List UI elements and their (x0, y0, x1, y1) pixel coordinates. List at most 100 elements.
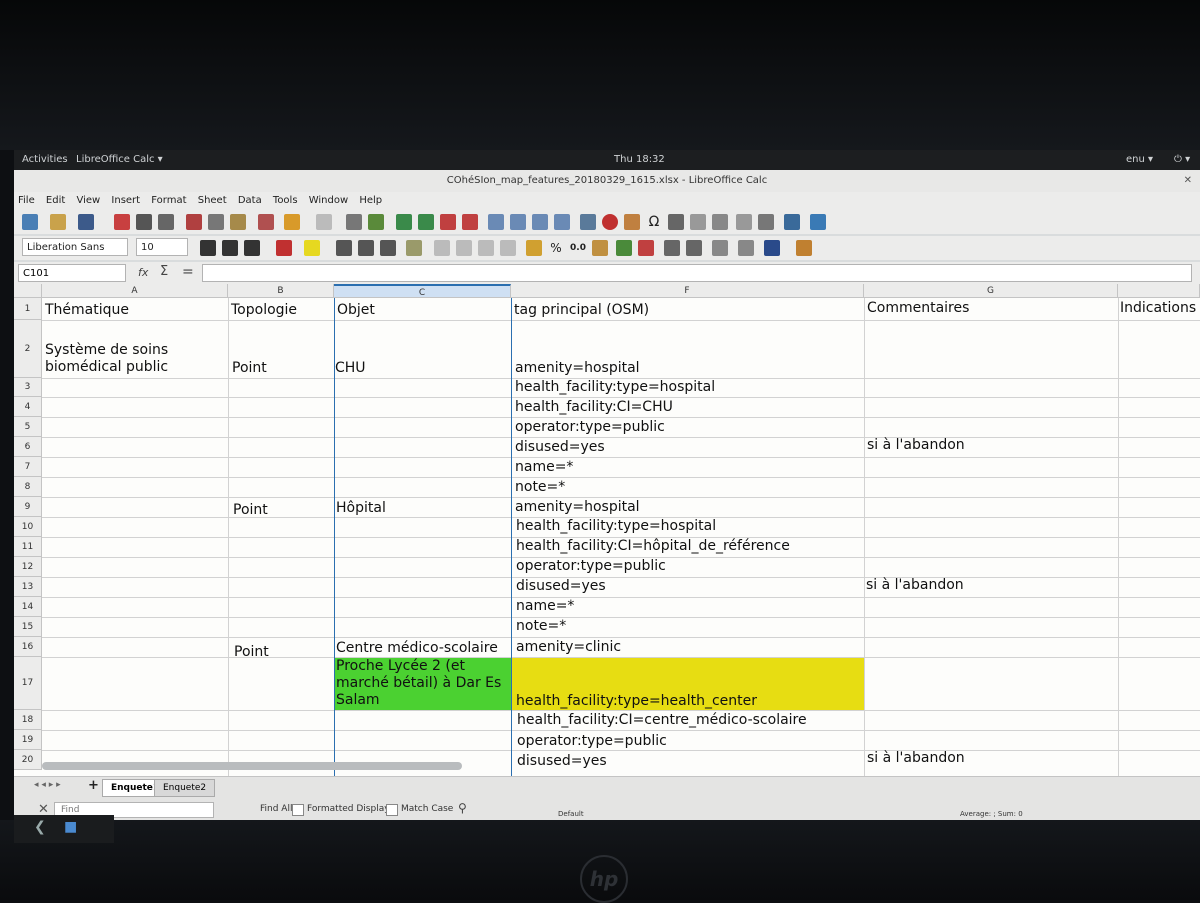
cell-b9[interactable]: Point (233, 502, 268, 519)
delete-row-icon[interactable] (440, 214, 456, 230)
spreadsheet-grid[interactable]: A B C F G 1 2 3 4 5 6 7 8 9 10 11 12 13 … (14, 284, 1200, 776)
image-icon[interactable] (580, 214, 596, 230)
cell-f8[interactable]: note=* (515, 479, 565, 496)
undo-icon[interactable] (284, 214, 300, 230)
row-header-18[interactable]: 18 (14, 710, 42, 730)
row-header-8[interactable]: 8 (14, 477, 42, 497)
cell-c16[interactable]: Centre médico-scolaire (336, 640, 498, 657)
highlight-color-icon[interactable] (304, 240, 320, 256)
cell-b1[interactable]: Topologie (231, 302, 297, 319)
select-all-corner[interactable] (14, 284, 42, 298)
underline-icon[interactable] (244, 240, 260, 256)
row-header-3[interactable]: 3 (14, 378, 42, 397)
conditional-format-icon[interactable] (796, 240, 812, 256)
horizontal-scrollbar[interactable] (42, 762, 462, 770)
activities-button[interactable]: Activities (22, 150, 68, 170)
cell-g13[interactable]: si à l'abandon (866, 577, 964, 594)
row-header-2[interactable]: 2 (14, 320, 42, 378)
close-icon[interactable]: ✕ (1184, 170, 1192, 192)
cell-b2[interactable]: Point (232, 360, 267, 377)
row-header-17[interactable]: 17 (14, 657, 42, 710)
row-header-11[interactable]: 11 (14, 537, 42, 557)
bold-icon[interactable] (200, 240, 216, 256)
number-format-icon[interactable]: 0.0 (570, 240, 586, 256)
cell-a1[interactable]: Thématique (45, 302, 129, 319)
pivot-table-icon[interactable] (624, 214, 640, 230)
cell-b16[interactable]: Point (234, 644, 269, 661)
clone-icon[interactable] (258, 214, 274, 230)
headers-footers-icon[interactable] (712, 214, 728, 230)
cell-a2[interactable]: Système de soins biomédical public (45, 342, 225, 376)
align-top-icon[interactable] (456, 240, 472, 256)
cell-f3[interactable]: health_facility:type=hospital (515, 379, 715, 396)
cell-h1[interactable]: Indications (1120, 300, 1196, 317)
cell-c1[interactable]: Objet (337, 302, 375, 319)
column-header-h[interactable] (1118, 284, 1200, 298)
menu-data[interactable]: Data (238, 195, 262, 206)
font-name-box[interactable]: Liberation Sans (22, 238, 128, 256)
increase-indent-icon[interactable] (664, 240, 680, 256)
find-all-button[interactable]: Find All (260, 804, 292, 814)
menu-help[interactable]: Help (359, 195, 382, 206)
app-menu[interactable]: LibreOffice Calc ▾ (76, 150, 163, 170)
column-header-a[interactable]: A (42, 284, 228, 298)
export-pdf-icon[interactable] (114, 214, 130, 230)
column-icon[interactable] (418, 214, 434, 230)
cell-f2[interactable]: amenity=hospital (515, 360, 640, 377)
cell-c17[interactable]: Proche Lycée 2 (et marché bétail) à Dar … (336, 658, 508, 709)
sheet-nav-arrows-icon[interactable]: ◂ ◂ ▸ ▸ (34, 780, 61, 790)
column-header-f[interactable]: F (511, 284, 864, 298)
column-header-b[interactable]: B (228, 284, 334, 298)
row-header-5[interactable]: 5 (14, 417, 42, 437)
print-icon[interactable] (136, 214, 152, 230)
add-sheet-icon[interactable]: + (88, 778, 99, 793)
paste-icon[interactable] (230, 214, 246, 230)
cell-f15[interactable]: note=* (516, 618, 566, 635)
date-format-icon[interactable] (592, 240, 608, 256)
menu-view[interactable]: View (76, 195, 100, 206)
app-launcher-icon[interactable]: ■ (64, 819, 77, 835)
cell-f12[interactable]: operator:type=public (516, 558, 666, 575)
menu-tools[interactable]: Tools (273, 195, 298, 206)
cell-f10[interactable]: health_facility:type=hospital (516, 518, 716, 535)
menu-format[interactable]: Format (151, 195, 186, 206)
align-left-icon[interactable] (336, 240, 352, 256)
font-color-icon[interactable] (276, 240, 292, 256)
border-color-icon[interactable] (764, 240, 780, 256)
align-middle-icon[interactable] (478, 240, 494, 256)
cut-icon[interactable] (186, 214, 202, 230)
cell-f11[interactable]: health_facility:CI=hôpital_de_référence (516, 538, 790, 555)
row-header-10[interactable]: 10 (14, 517, 42, 537)
sum-icon[interactable]: Σ (160, 264, 168, 279)
cell-g1[interactable]: Commentaires (867, 300, 969, 317)
add-decimal-icon[interactable] (616, 240, 632, 256)
name-box[interactable]: C101 (18, 264, 126, 282)
cell-f19[interactable]: operator:type=public (517, 733, 667, 750)
function-wizard-icon[interactable]: fx (138, 266, 148, 279)
new-icon[interactable] (22, 214, 38, 230)
sheet-tab-enquete2[interactable]: Enquete2 (154, 779, 216, 797)
menu-insert[interactable]: Insert (111, 195, 140, 206)
merge-cells-icon[interactable] (434, 240, 450, 256)
split-window-icon[interactable] (784, 214, 800, 230)
chart-icon[interactable] (602, 214, 618, 230)
show-draw-functions-icon[interactable] (810, 214, 826, 230)
cell-f16[interactable]: amenity=clinic (516, 639, 621, 656)
row-icon[interactable] (396, 214, 412, 230)
delete-column-icon[interactable] (462, 214, 478, 230)
autofilter-icon[interactable] (554, 214, 570, 230)
menu-file[interactable]: File (18, 195, 35, 206)
currency-icon[interactable] (526, 240, 542, 256)
cell-g6[interactable]: si à l'abandon (867, 437, 965, 454)
row-header-14[interactable]: 14 (14, 597, 42, 617)
cell-f14[interactable]: name=* (516, 598, 574, 615)
row-header-9[interactable]: 9 (14, 497, 42, 517)
define-print-area-icon[interactable] (736, 214, 752, 230)
system-menu[interactable]: ⏻ ▾ (1174, 150, 1190, 170)
formatted-display-checkbox[interactable] (292, 804, 304, 816)
sort-icon[interactable] (488, 214, 504, 230)
cell-f5[interactable]: operator:type=public (515, 419, 665, 436)
find-replace-icon[interactable]: ⚲ (458, 801, 467, 815)
cell-c2[interactable]: CHU (335, 360, 366, 377)
wrap-text-icon[interactable] (406, 240, 422, 256)
